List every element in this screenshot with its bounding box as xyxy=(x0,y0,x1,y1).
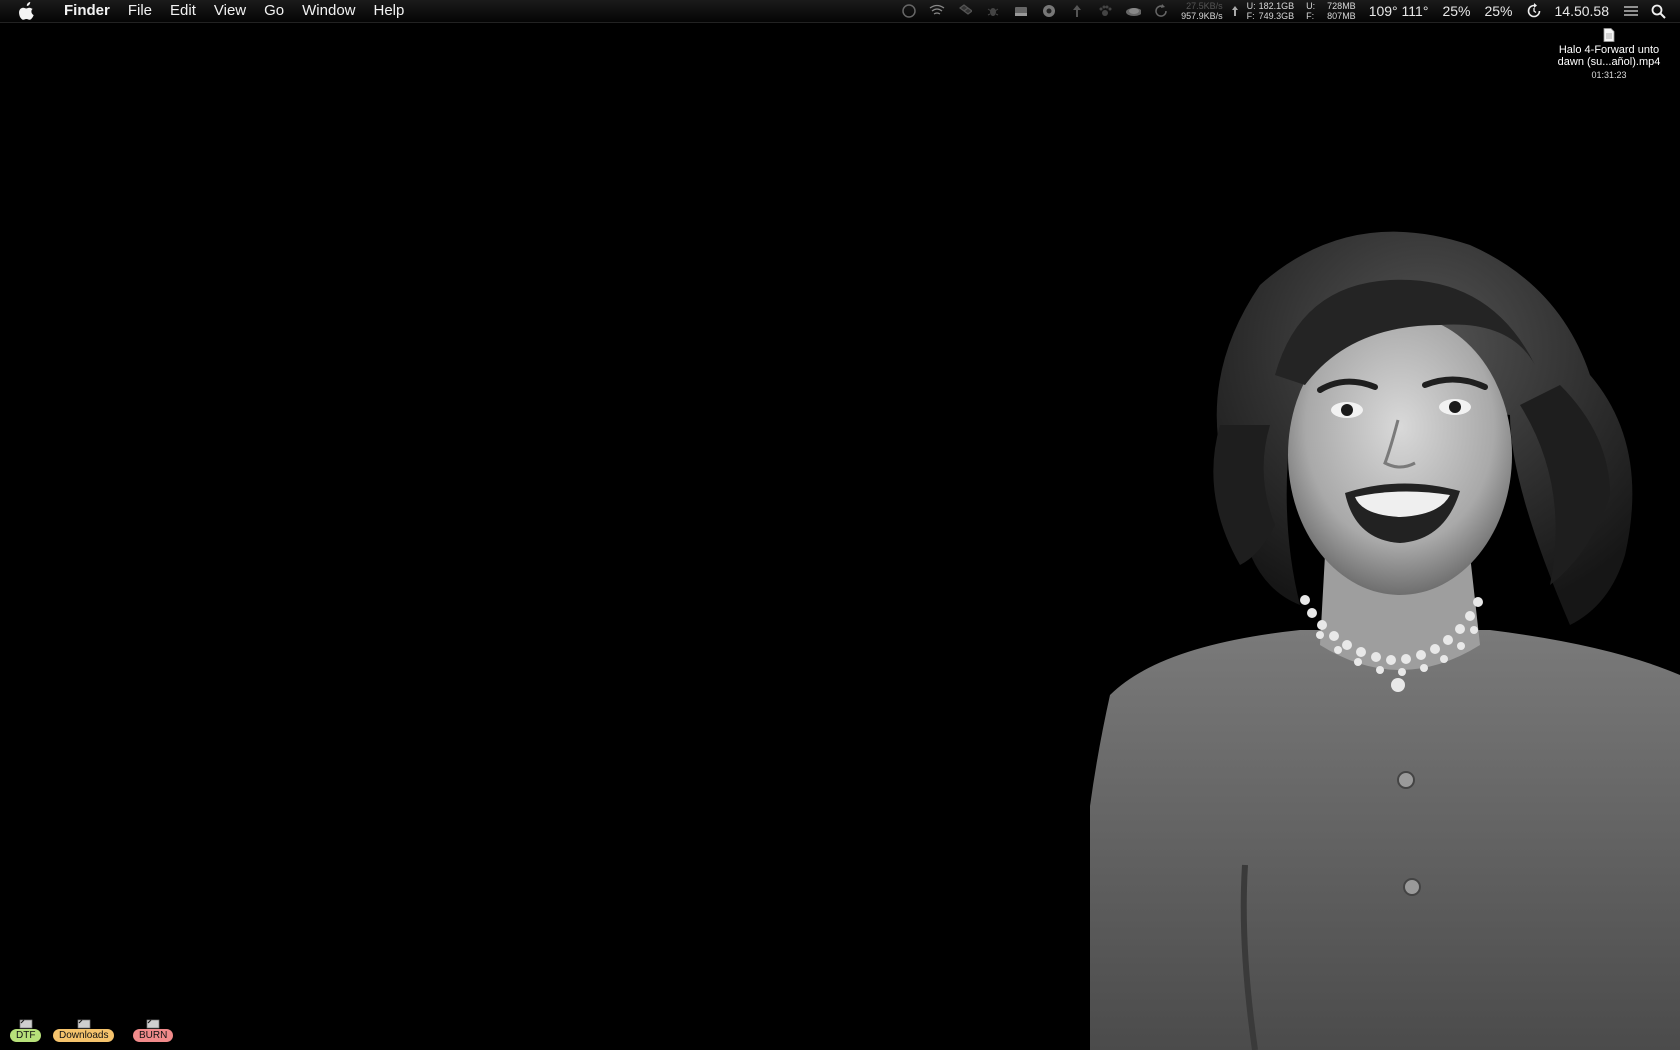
alias-downloads[interactable]: Downloads xyxy=(53,1016,115,1042)
alias-burn[interactable]: BURN xyxy=(133,1016,174,1042)
menu-view[interactable]: View xyxy=(205,0,255,22)
menu-window[interactable]: Window xyxy=(293,0,364,22)
memory-free-label: F: xyxy=(1306,11,1315,21)
menu-finder[interactable]: Finder xyxy=(55,0,119,22)
desktop-file-item[interactable]: Halo 4-Forward unto dawn (su...añol).mp4… xyxy=(1544,28,1674,82)
status-area: 27.5KB/s 957.9KB/s U: F: 182.1GB 749.3GB… xyxy=(895,0,1680,22)
menu-bar: Finder File Edit View Go Window Help 27.… xyxy=(0,0,1680,23)
wallpaper-portrait xyxy=(1078,225,1680,1050)
alias-dtf[interactable]: DTF xyxy=(10,1016,42,1042)
network-up-rate: 27.5KB/s xyxy=(1186,1,1223,11)
alias-label: DTF xyxy=(10,1029,42,1042)
paw-icon[interactable] xyxy=(1097,4,1113,18)
temperature-readout[interactable]: 109° 111° xyxy=(1369,3,1429,19)
cloud-icon[interactable] xyxy=(1125,4,1142,18)
network-monitor[interactable]: 27.5KB/s 957.9KB/s xyxy=(1181,1,1223,21)
menu-help[interactable]: Help xyxy=(365,0,414,22)
alias-folder-icon xyxy=(146,1016,160,1029)
alias-folder-icon xyxy=(19,1016,33,1029)
alias-folder-icon xyxy=(77,1016,91,1029)
drive-icon[interactable] xyxy=(1013,4,1029,18)
file-duration: 01:31:23 xyxy=(1591,70,1627,80)
menu-file[interactable]: File xyxy=(119,0,161,22)
sync-icon[interactable] xyxy=(1153,4,1169,18)
desktop[interactable]: Finder File Edit View Go Window Help 27.… xyxy=(0,0,1680,1050)
menu-bar-clock[interactable]: 14.50.58 xyxy=(1555,3,1610,19)
dropbox-icon[interactable] xyxy=(957,4,973,18)
file-name-line-2: dawn (su...añol).mp4 xyxy=(1557,56,1661,68)
network-down-rate: 957.9KB/s xyxy=(1181,11,1223,21)
document-icon xyxy=(1603,28,1615,42)
bug-icon[interactable] xyxy=(985,4,1001,18)
alias-label: BURN xyxy=(133,1029,174,1042)
webcam-icon[interactable] xyxy=(1041,4,1057,18)
activity-circle-icon[interactable] xyxy=(901,4,917,18)
menu-go[interactable]: Go xyxy=(255,0,293,22)
memory-used-label: U: xyxy=(1306,1,1316,11)
disk-free-value: 749.3GB xyxy=(1258,11,1295,21)
memory-used-value: 728MB xyxy=(1327,1,1356,11)
apple-menu-icon[interactable] xyxy=(17,1,37,21)
wifi-scanner-icon[interactable] xyxy=(929,4,945,18)
cpu-usage-1[interactable]: 25% xyxy=(1442,3,1470,19)
cpu-usage-2[interactable]: 25% xyxy=(1484,3,1512,19)
network-arrow-icon xyxy=(1231,4,1239,18)
upload-arrow-icon[interactable] xyxy=(1069,4,1085,18)
notification-list-icon[interactable] xyxy=(1622,4,1638,18)
time-machine-icon[interactable] xyxy=(1526,3,1542,18)
disk-used-label: U: xyxy=(1246,1,1256,11)
menu-edit[interactable]: Edit xyxy=(161,0,205,22)
file-name-line-1: Halo 4-Forward unto xyxy=(1558,44,1660,56)
disk-used-value: 182.1GB xyxy=(1258,1,1295,11)
memory-free-value: 807MB xyxy=(1327,11,1356,21)
disk-monitor[interactable]: U: F: 182.1GB 749.3GB xyxy=(1247,1,1295,21)
disk-free-label: F: xyxy=(1246,11,1255,21)
spotlight-search-icon[interactable] xyxy=(1650,4,1666,19)
memory-monitor[interactable]: U: F: 728MB 807MB xyxy=(1306,1,1356,21)
alias-label: Downloads xyxy=(53,1029,115,1042)
